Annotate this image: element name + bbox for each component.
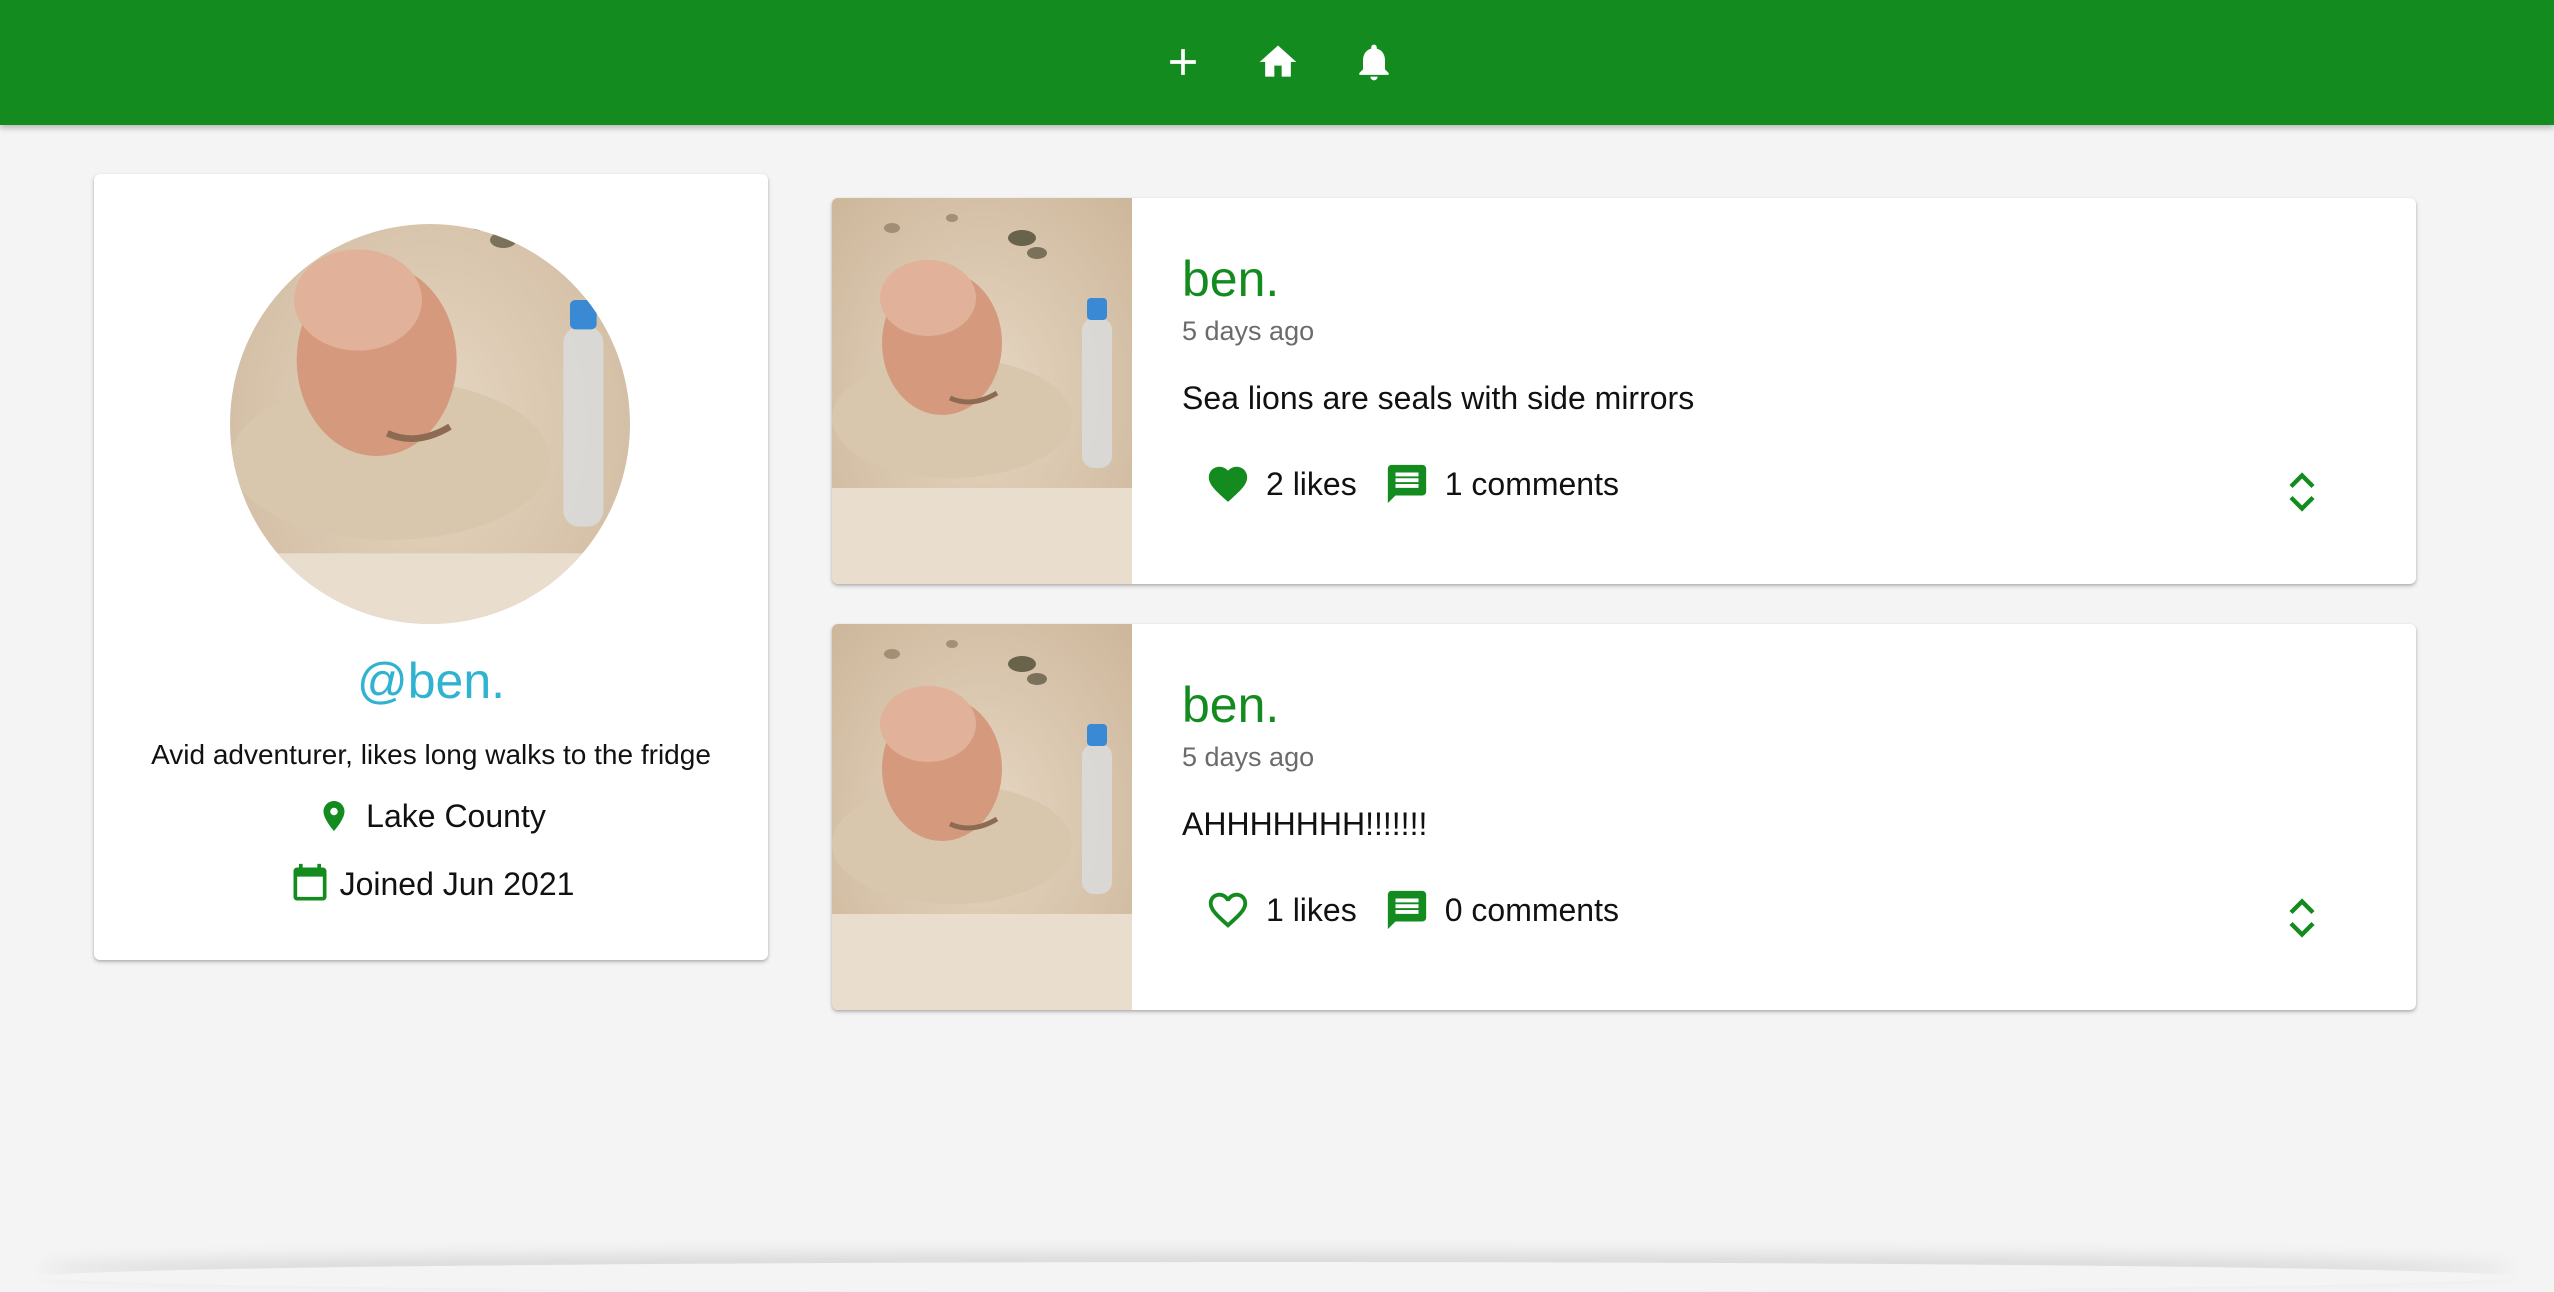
post-text: AHHHHHHH!!!!!!! (1182, 806, 1428, 842)
comments-count: 0 comments (1444, 891, 1619, 928)
like-button[interactable] (1204, 886, 1252, 934)
post-card: ben. 5 days ago Sea lions are seals with… (832, 198, 2416, 584)
post-timestamp: 5 days ago (1182, 742, 1315, 772)
comment-icon (1387, 890, 1426, 930)
location-pin-icon (323, 801, 345, 831)
heart-filled-icon (1208, 466, 1248, 502)
unfold-icon (2289, 898, 2315, 938)
post-timestamp: 5 days ago (1182, 316, 1315, 346)
likes-count: 2 likes (1266, 465, 1357, 502)
expand-button[interactable] (2278, 894, 2326, 942)
unfold-icon (2289, 472, 2315, 512)
comments-count: 1 comments (1444, 465, 1619, 502)
profile-bio: Avid adventurer, likes long walks to the… (151, 739, 711, 770)
add-post-button[interactable] (1153, 32, 1213, 92)
location-label: Lake County (366, 797, 546, 834)
comments-button[interactable] (1383, 886, 1431, 934)
post-card: ben. 5 days ago AHHHHHHH!!!!!!! 1 likes … (832, 624, 2416, 1010)
comment-icon (1387, 464, 1426, 504)
plus-icon (1170, 49, 1196, 75)
notifications-button[interactable] (1344, 32, 1404, 92)
post-text: Sea lions are seals with side mirrors (1182, 380, 1695, 416)
likes-count: 1 likes (1266, 891, 1357, 928)
post-author[interactable]: ben. (1182, 250, 1279, 308)
bell-icon (1359, 44, 1389, 81)
profile-handle: @ben. (356, 653, 506, 709)
profile-location: Lake County (94, 794, 768, 838)
home-icon (1259, 45, 1297, 77)
post-actions: 1 likes 0 comments (1204, 886, 1645, 934)
bottom-sheet-shadow (40, 1262, 2514, 1292)
joined-label: Joined Jun 2021 (339, 865, 575, 902)
like-button[interactable] (1204, 460, 1252, 508)
avatar (230, 224, 630, 624)
profile-card: @ben. Avid adventurer, likes long walks … (94, 174, 768, 960)
profile-joined: Joined Jun 2021 (94, 860, 768, 908)
post-image (832, 198, 1132, 584)
home-button[interactable] (1248, 32, 1308, 92)
comments-button[interactable] (1383, 460, 1431, 508)
expand-button[interactable] (2278, 468, 2326, 516)
heart-outline-icon (1208, 892, 1248, 928)
top-app-bar (0, 0, 2554, 125)
post-actions: 2 likes 1 comments (1204, 460, 1645, 508)
post-author[interactable]: ben. (1182, 676, 1279, 734)
calendar-icon (293, 863, 327, 901)
post-image (832, 624, 1132, 1010)
